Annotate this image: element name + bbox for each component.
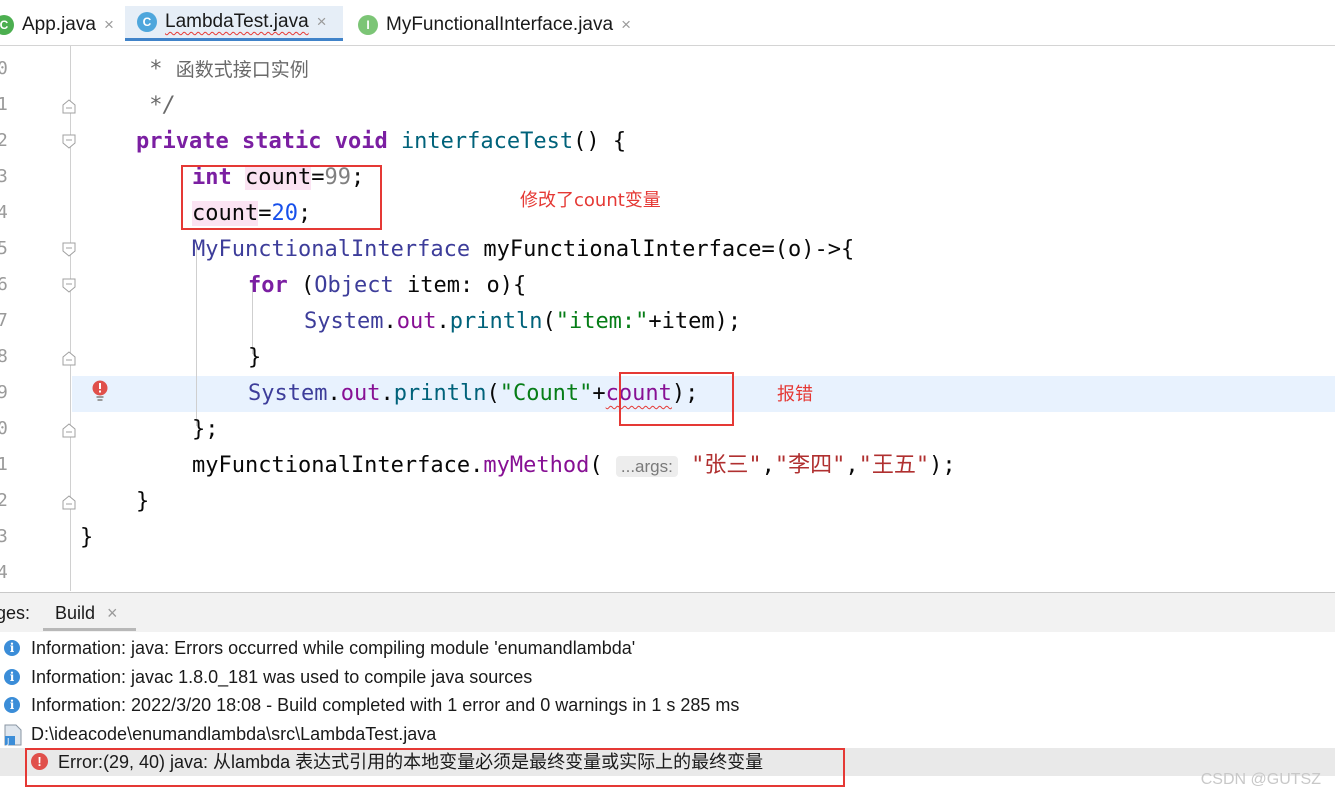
- line-number: 4: [0, 202, 8, 223]
- close-icon[interactable]: ×: [621, 15, 631, 35]
- info-icon: i: [4, 669, 20, 685]
- line-number: 3: [0, 526, 8, 547]
- line-number: 4: [0, 562, 8, 583]
- code-line: * 函数式接口实例: [136, 57, 309, 82]
- tab-lambdatest-java[interactable]: C LambdaTest.java ×: [125, 6, 343, 41]
- tab-build-label: Build: [55, 603, 96, 623]
- close-icon[interactable]: ×: [104, 15, 114, 35]
- fold-end-icon[interactable]: [61, 422, 77, 438]
- annotation-box-error-message: [25, 748, 845, 787]
- line-number: 3: [0, 166, 8, 187]
- interface-icon: I: [358, 15, 378, 35]
- close-icon[interactable]: ×: [107, 603, 118, 624]
- error-bulb-icon[interactable]: [91, 379, 109, 403]
- code-line: for (Object item: o){: [248, 273, 527, 298]
- info-icon: i: [4, 640, 20, 656]
- tab-label: LambdaTest.java: [165, 11, 309, 32]
- code-line: */: [136, 93, 176, 118]
- code-line: }: [80, 525, 94, 550]
- line-number: 7: [0, 310, 8, 331]
- java-class-icon: C: [0, 15, 14, 35]
- code-line: System.out.println("item:"+item);: [304, 309, 742, 334]
- code-line: }: [248, 345, 262, 370]
- fold-end-icon[interactable]: [61, 98, 77, 114]
- build-panel-header: ges: Build ×: [0, 592, 1335, 633]
- line-number: 1: [0, 94, 8, 115]
- tab-myfunctionalinterface-java[interactable]: I MyFunctionalInterface.java ×: [358, 6, 631, 44]
- code-line: MyFunctionalInterface myFunctionalInterf…: [192, 237, 855, 262]
- fold-end-icon[interactable]: [61, 350, 77, 366]
- tab-label: App.java: [22, 14, 96, 35]
- java-file-icon: J: [4, 724, 22, 746]
- code-line: }: [136, 489, 150, 514]
- panel-tab-messages[interactable]: ges:: [0, 603, 30, 624]
- annotation-modified: 修改了count变量: [520, 190, 661, 211]
- line-number: 9: [0, 382, 8, 403]
- editor-tab-bar: C App.java × C LambdaTest.java × I MyFun…: [0, 0, 1335, 46]
- line-number: 1: [0, 454, 8, 475]
- fold-start-icon[interactable]: [61, 134, 77, 150]
- line-number: 5: [0, 238, 8, 259]
- code-line: private static void interfaceTest() {: [136, 129, 627, 154]
- info-icon: i: [4, 697, 20, 713]
- line-number: 8: [0, 346, 8, 367]
- line-number: 6: [0, 274, 8, 295]
- indent-guide: [196, 246, 197, 426]
- tab-app-java[interactable]: C App.java ×: [0, 6, 114, 44]
- watermark: CSDN @GUTSZ: [1200, 771, 1321, 788]
- line-number: 0: [0, 58, 8, 79]
- tab-build[interactable]: Build ×: [43, 593, 136, 631]
- code-line: };: [192, 417, 219, 442]
- close-icon[interactable]: ×: [317, 12, 327, 32]
- fold-start-icon[interactable]: [61, 278, 77, 294]
- tab-label: MyFunctionalInterface.java: [386, 14, 614, 35]
- build-messages: i Information: java: Errors occurred whi…: [0, 632, 1335, 795]
- fold-end-icon[interactable]: [61, 494, 77, 510]
- annotation-box-modified: [181, 165, 382, 230]
- line-number: 2: [0, 130, 8, 151]
- svg-text:J: J: [6, 737, 9, 746]
- fold-start-icon[interactable]: [61, 242, 77, 258]
- code-editor[interactable]: 0 1 2 3 4 5 6 7 8 9 0 1 2 3 4 * 函数式接口实例 …: [0, 46, 1335, 591]
- line-number: 2: [0, 490, 8, 511]
- parameter-hint: ...args:: [615, 456, 678, 477]
- annotation-box-error: [619, 372, 734, 426]
- java-class-icon: C: [137, 12, 157, 32]
- line-number: 0: [0, 418, 8, 439]
- code-line: myFunctionalInterface.myMethod( ...args:…: [192, 453, 956, 478]
- annotation-error: 报错: [777, 384, 813, 405]
